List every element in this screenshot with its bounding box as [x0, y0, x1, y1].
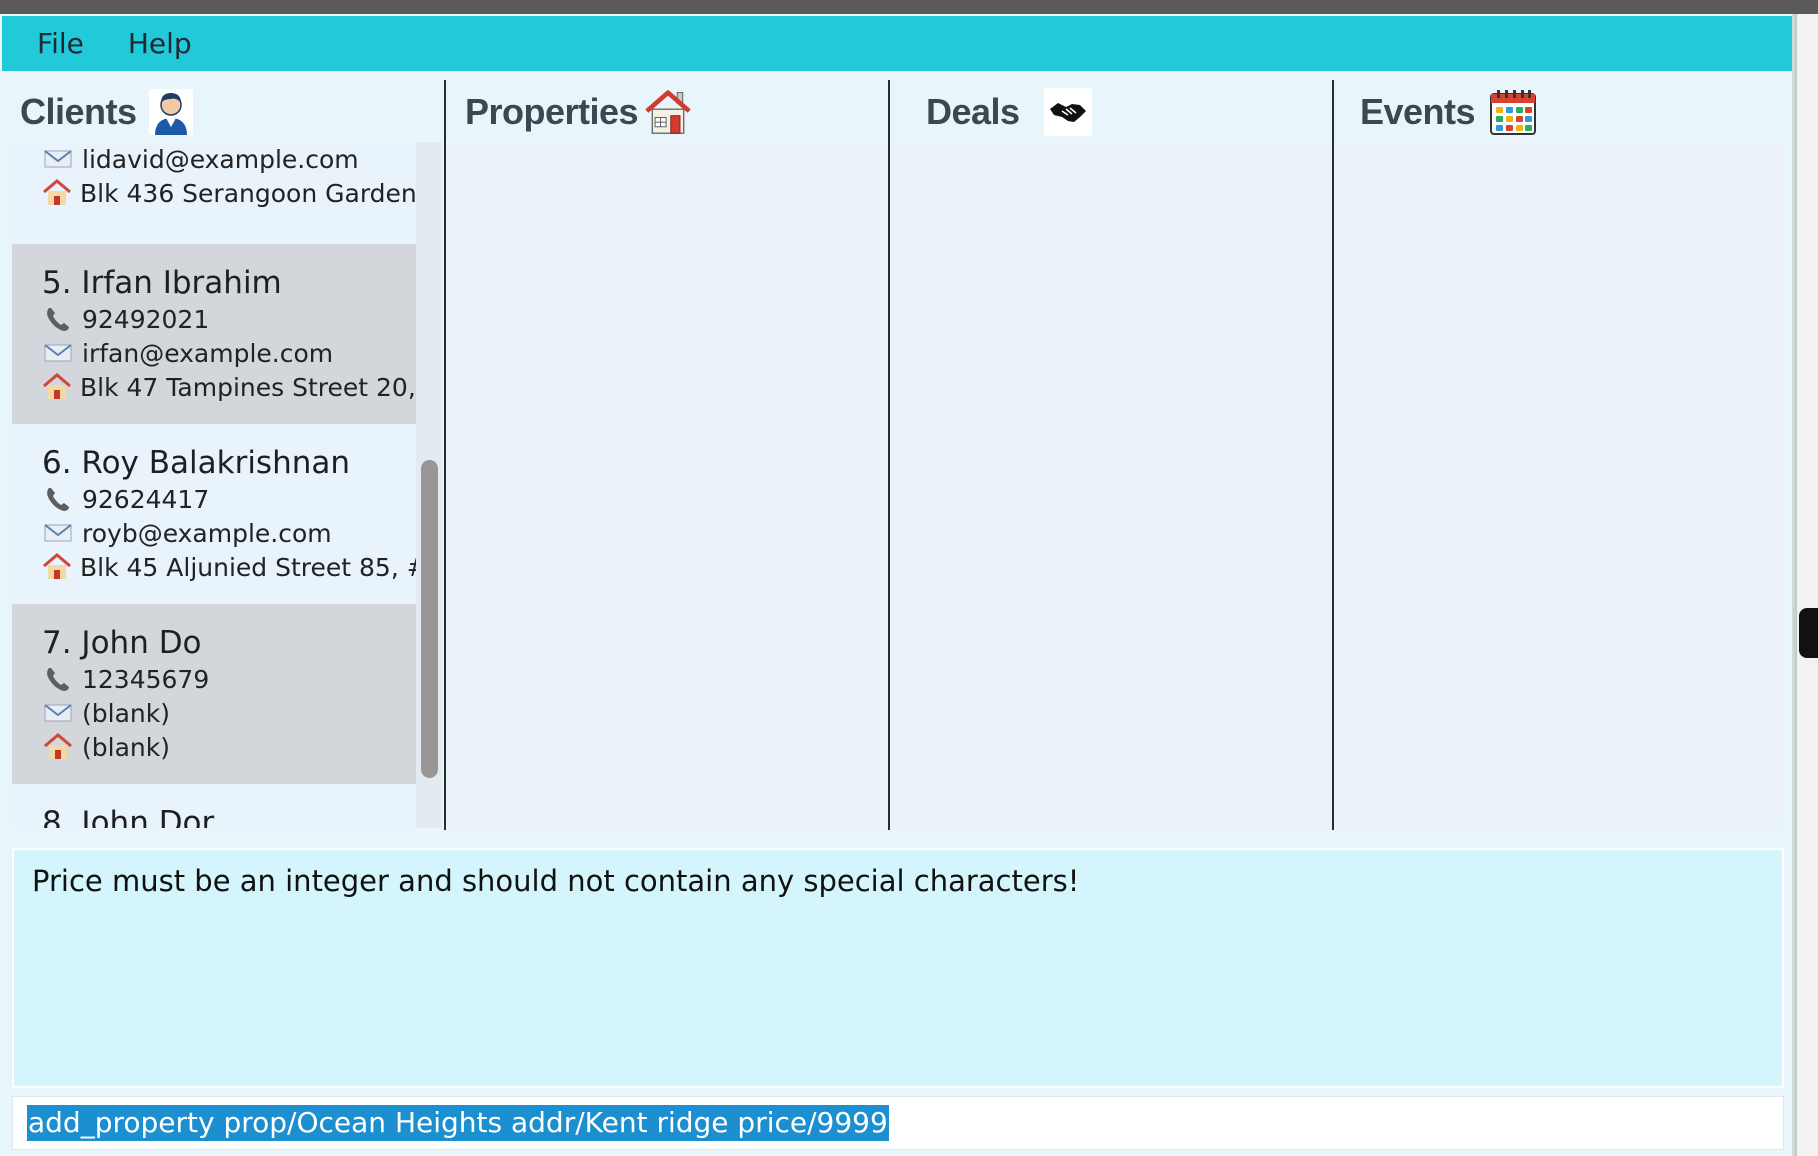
email-row: irfan@example.com [42, 336, 416, 370]
client-name: 6. Roy Balakrishnan [42, 445, 351, 481]
window-shadow [1792, 14, 1797, 1156]
handshake-icon [1043, 88, 1092, 136]
address-row: (blank) [42, 730, 416, 764]
deals-header: Deals [926, 76, 1092, 148]
email-row: royb@example.com [42, 516, 416, 550]
client-address: Blk 45 Aljunied Street 85, #... [80, 552, 416, 582]
client-address: Blk 47 Tampines Street 20, ... [80, 372, 416, 402]
property-list[interactable] [448, 142, 886, 828]
properties-title: Properties [465, 91, 639, 132]
title-strip [0, 0, 1818, 14]
events-header: Events [1360, 76, 1537, 148]
client-card[interactable]: 7. John Do 12345679 (blank) (blank) [12, 604, 416, 784]
background-edge [1797, 14, 1818, 1156]
events-title: Events [1360, 91, 1476, 132]
menu-file[interactable]: File [19, 27, 102, 60]
email-row: lidavid@example.com [42, 142, 416, 176]
scrollbar-thumb[interactable] [421, 460, 438, 778]
client-email: lidavid@example.com [82, 144, 359, 174]
event-list[interactable] [1336, 142, 1784, 828]
mail-icon [42, 518, 74, 548]
command-input[interactable]: add_property prop/Ocean Heights addr/Ken… [12, 1096, 1784, 1150]
mail-icon [42, 144, 74, 174]
client-list-scrollbar[interactable] [416, 142, 442, 828]
client-address: Blk 436 Serangoon Garden... [80, 178, 416, 208]
panel-divider [444, 80, 446, 830]
client-email: irfan@example.com [82, 338, 334, 368]
phone-icon [42, 664, 74, 694]
client-list[interactable]: lidavid@example.com Blk 436 Serangoon Ga… [12, 142, 416, 828]
home-icon [42, 732, 74, 762]
client-card[interactable]: 8. John Dor [12, 784, 416, 828]
client-card[interactable]: 6. Roy Balakrishnan 92624417 royb@exampl… [12, 424, 416, 604]
phone-row: 12345679 [42, 662, 416, 696]
phone-icon [42, 304, 74, 334]
client-name: 7. John Do [42, 625, 202, 661]
home-icon [42, 178, 72, 208]
client-email: (blank) [82, 698, 170, 728]
home-icon [42, 372, 72, 402]
address-row: Blk 436 Serangoon Garden... [42, 176, 416, 210]
client-address: (blank) [82, 732, 170, 762]
background-mark [1799, 608, 1818, 658]
client-name: 5. Irfan Ibrahim [42, 265, 282, 301]
deals-title: Deals [926, 91, 1020, 132]
phone-icon [42, 484, 74, 514]
panel-divider [1332, 80, 1334, 830]
home-icon [42, 552, 72, 582]
calendar-icon [1489, 88, 1537, 136]
properties-header: Properties [465, 76, 692, 148]
menu-bar: File Help [2, 16, 1794, 71]
phone-row: 92492021 [42, 302, 416, 336]
phone-row: 92624417 [42, 482, 416, 516]
client-phone: 12345679 [82, 664, 210, 694]
command-text-selected[interactable]: add_property prop/Ocean Heights addr/Ken… [27, 1105, 889, 1141]
result-display: Price must be an integer and should not … [12, 848, 1784, 1088]
app-window: File Help Clients lidavid@example.com Bl… [0, 14, 1797, 1156]
client-name: 8. John Dor [42, 805, 215, 828]
clients-title: Clients [20, 91, 137, 132]
person-icon [147, 88, 195, 136]
client-card[interactable]: lidavid@example.com Blk 436 Serangoon Ga… [12, 142, 416, 230]
result-message: Price must be an integer and should not … [32, 864, 1080, 898]
mail-icon [42, 338, 74, 368]
deal-list[interactable] [892, 142, 1332, 828]
address-row: Blk 47 Tampines Street 20, ... [42, 370, 416, 404]
house-icon [644, 88, 692, 136]
client-card[interactable]: 5. Irfan Ibrahim 92492021 irfan@example.… [12, 244, 416, 424]
clients-header: Clients [20, 76, 195, 148]
client-email: royb@example.com [82, 518, 332, 548]
client-phone: 92624417 [82, 484, 210, 514]
address-row: Blk 45 Aljunied Street 85, #... [42, 550, 416, 584]
client-phone: 92492021 [82, 304, 210, 334]
panel-divider [888, 80, 890, 830]
email-row: (blank) [42, 696, 416, 730]
mail-icon [42, 698, 74, 728]
menu-help[interactable]: Help [110, 27, 210, 60]
